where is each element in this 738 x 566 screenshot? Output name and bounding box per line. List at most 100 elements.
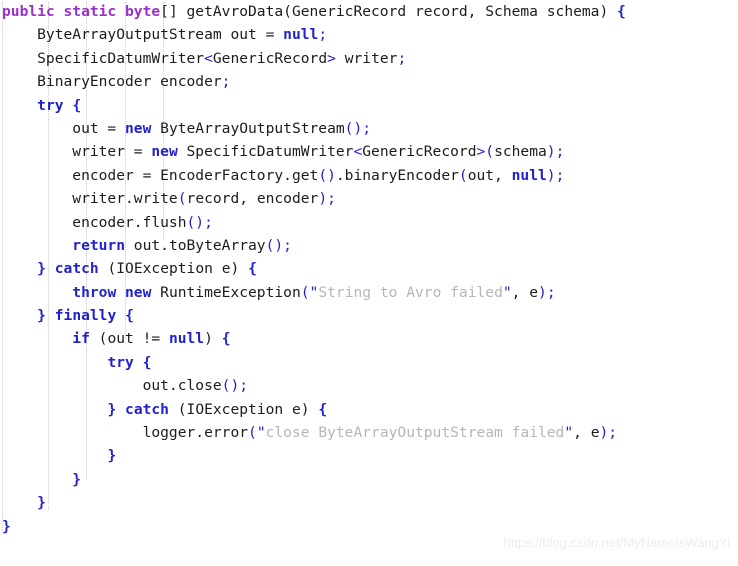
code-line[interactable]: } — [0, 491, 738, 514]
code-token-plain: RuntimeException — [151, 283, 301, 301]
code-token-plain: (out != — [89, 330, 169, 348]
code-token-plain: e — [590, 424, 600, 442]
code-line[interactable]: encoder.flush(); — [0, 211, 738, 234]
code-line[interactable]: ByteArrayOutputStream out = null; — [0, 23, 738, 46]
code-token-str: String to Avro failed — [318, 283, 503, 301]
code-token-plain: encoder = EncoderFactory.get — [2, 166, 319, 184]
code-line[interactable]: writer.write(record, encoder); — [0, 187, 738, 210]
code-line[interactable]: } catch (IOException e) { — [0, 398, 738, 421]
code-line[interactable]: out = new ByteArrayOutputStream(); — [0, 117, 738, 140]
code-token-plain: BinaryEncoder encoder — [2, 73, 222, 91]
code-token-punct: >( — [476, 143, 495, 161]
code-token-punct: (); — [221, 377, 249, 395]
code-token-plain: .binaryEncoder — [335, 166, 459, 184]
code-token-punct: () — [318, 166, 336, 184]
code-line[interactable]: } — [0, 468, 738, 491]
code-token-brace: { — [221, 330, 231, 348]
code-token-strq: " — [564, 424, 574, 442]
code-token-kw: catch — [125, 400, 169, 418]
code-token-punct: (); — [186, 213, 213, 231]
code-token-punct: ; — [362, 119, 372, 137]
code-line[interactable]: public static byte[] getAvroData(Generic… — [0, 0, 738, 23]
code-token-brace: } — [107, 447, 117, 465]
code-token-punct: ; — [397, 49, 407, 67]
code-token-plain: GenericRecord — [212, 49, 328, 67]
code-token-punct: ( — [458, 166, 468, 184]
code-token-brace: { — [72, 96, 82, 114]
code-line[interactable]: } — [0, 444, 738, 467]
code-token-plain: , — [511, 283, 530, 301]
code-token-plain: (IOException e) — [168, 400, 319, 418]
code-screenshot: public static byte[] getAvroData(Generic… — [0, 0, 738, 566]
code-line[interactable]: writer = new SpecificDatumWriter<Generic… — [0, 140, 738, 163]
code-token-kw: null — [168, 330, 205, 348]
code-token-plain: SpecificDatumWriter — [2, 49, 205, 67]
code-token-kw: new — [151, 143, 178, 161]
code-line[interactable]: BinaryEncoder encoder; — [0, 70, 738, 93]
code-token-punct: ); — [546, 166, 565, 184]
code-token-plain: record, encoder — [186, 190, 319, 208]
code-line[interactable]: } catch (IOException e) { — [0, 257, 738, 280]
code-token-plain: GenericRecord — [362, 143, 477, 161]
code-token-plain: ByteArrayOutputStream out = — [2, 26, 284, 44]
code-token-punct: ); — [546, 143, 565, 161]
code-token-punct: ( — [248, 424, 257, 442]
code-token-plain: (IOException e) — [98, 260, 249, 278]
code-token-punct: < — [204, 49, 213, 67]
code-token-kw: if — [72, 330, 90, 348]
code-token-strq: " — [502, 283, 512, 301]
code-token-plain: out, — [467, 166, 512, 184]
code-token-kw: throw new — [72, 283, 152, 301]
code-token-kw: null — [511, 166, 547, 184]
code-line[interactable]: return out.toByteArray(); — [0, 234, 738, 257]
code-token-punct: ); — [318, 190, 336, 208]
code-token-brace: } — [2, 517, 11, 535]
code-token-punct: ; — [221, 73, 231, 91]
code-line[interactable]: logger.error("close ByteArrayOutputStrea… — [0, 421, 738, 444]
code-token-plain: out.close — [2, 377, 222, 395]
code-line-list[interactable]: public static byte[] getAvroData(Generic… — [0, 0, 738, 538]
code-line[interactable]: out.close(); — [0, 374, 738, 397]
code-editor-surface[interactable]: public static byte[] getAvroData(Generic… — [0, 0, 738, 566]
code-token-strq: " — [256, 424, 266, 442]
code-token-plain: writer — [335, 49, 398, 67]
code-token-punct: < — [353, 143, 363, 161]
code-token-brace: } — [107, 400, 117, 418]
code-line[interactable]: try { — [0, 351, 738, 374]
code-token-kw: try — [37, 96, 64, 114]
code-line[interactable]: if (out != null) { — [0, 327, 738, 350]
code-token-brace: { — [125, 307, 134, 325]
code-line[interactable]: encoder = EncoderFactory.get().binaryEnc… — [0, 164, 738, 187]
code-token-str: close ByteArrayOutputStream failed — [265, 424, 565, 442]
code-token-brace: { — [318, 400, 328, 418]
code-token-kw: catch — [54, 260, 99, 278]
code-token-plain: out.toByteArray — [125, 236, 266, 254]
code-token-brace: { — [142, 353, 152, 371]
code-line[interactable]: SpecificDatumWriter<GenericRecord> write… — [0, 47, 738, 70]
code-token-plain: encoder.flush — [2, 213, 187, 231]
code-token-plain: ByteArrayOutputStream — [151, 119, 345, 137]
code-token-punct: () — [344, 119, 363, 137]
code-token-punct: ; — [318, 26, 328, 44]
code-line[interactable]: try { — [0, 94, 738, 117]
code-token-punct: > — [327, 49, 336, 67]
code-token-brace: { — [248, 260, 257, 278]
code-token-brace: { — [617, 3, 626, 20]
code-line[interactable]: throw new RuntimeException("String to Av… — [0, 281, 738, 304]
code-token-plain: logger.error — [2, 424, 249, 442]
watermark-text: https://blog.csdn.net/MyNameIsWangYi — [503, 535, 730, 550]
code-line[interactable]: } finally { — [0, 304, 738, 327]
